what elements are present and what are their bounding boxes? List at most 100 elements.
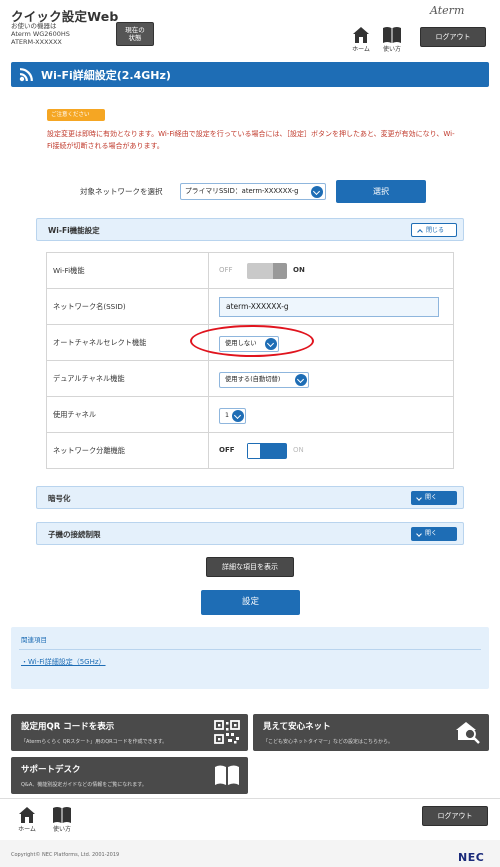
footer-home-link[interactable]: ホーム — [14, 806, 40, 833]
open-label: 開く — [425, 494, 438, 501]
chevron-down-icon — [232, 410, 244, 422]
channel-label: 使用チャネル — [46, 396, 209, 433]
related-title: 関連項目 — [21, 636, 47, 644]
footer-divider — [0, 798, 500, 799]
support-desk-tile[interactable]: サポートデスク Q&A、機能別設定ガイドなどの情報をご覧になれます。 — [11, 757, 248, 794]
section-title: Wi-Fi機能設定 — [48, 226, 100, 235]
tile-desc: 「こども安心ネットタイマー」などの設定はこちらから。 — [263, 739, 394, 745]
show-advanced-button[interactable]: 詳細な項目を表示 — [206, 557, 294, 577]
channel-value: 1 — [225, 412, 230, 419]
related-link-label: Wi-Fi詳細設定（5GHz） — [28, 658, 106, 666]
chevron-down-icon — [416, 495, 422, 501]
open-section-button[interactable]: 開く — [411, 527, 457, 541]
logout-button[interactable]: ログアウト — [420, 27, 486, 47]
safety-net-tile[interactable]: 見えて安心ネット 「こども安心ネットタイマー」などの設定はこちらから。 — [253, 714, 489, 751]
highlight-circle — [190, 325, 314, 357]
submit-button[interactable]: 設定 — [201, 590, 300, 615]
model-name: Aterm WG2600HS — [11, 30, 70, 38]
page-title-bar: Wi-Fi詳細設定(2.4GHz) — [11, 62, 489, 87]
auto-channel-label: オートチャネルセレクト機能 — [46, 324, 209, 361]
home-label: ホーム — [352, 46, 370, 53]
notice-text: 設定変更は即時に有効となります。Wi-Fi経由で設定を行っている場合には、［設定… — [47, 130, 455, 150]
home-search-icon — [456, 722, 480, 744]
wifi-function-label: Wi-Fi機能 — [46, 252, 209, 289]
home-label: ホーム — [18, 826, 36, 833]
device-id: ATERM-XXXXXX — [11, 38, 62, 46]
qr-code-icon — [214, 720, 240, 744]
select-button[interactable]: 選択 — [336, 180, 426, 203]
table-row: 使用チャネル 1 — [46, 396, 454, 433]
close-label: 閉じる — [426, 227, 445, 234]
notice-badge: ご注意ください — [47, 109, 105, 121]
divider — [19, 649, 481, 650]
state-button-line2: 状態 — [128, 34, 142, 42]
notice-box: ご注意ください 設定変更は即時に有効となります。Wi-Fi経由で設定を行っている… — [36, 100, 464, 166]
home-icon — [353, 27, 369, 43]
table-row: デュアルチャネル機能 使用する(自動切替) — [46, 360, 454, 397]
chevron-down-icon — [416, 531, 422, 537]
target-network-label: 対象ネットワークを選択 — [80, 187, 163, 196]
tile-desc: Q&A、機能別設定ガイドなどの情報をご覧になれます。 — [21, 782, 147, 788]
home-link[interactable]: ホーム — [348, 26, 374, 53]
current-state-button[interactable]: 現在の 状態 — [116, 22, 154, 46]
model-info: お使いの機器は Aterm WG2600HS ATERM-XXXXXX — [11, 22, 70, 46]
dual-channel-select[interactable]: 使用する(自動切替) — [219, 372, 309, 388]
table-row: ネットワーク分離機能 OFF ON — [46, 432, 454, 469]
book-icon — [215, 765, 239, 785]
wifi-function-section-header: Wi-Fi機能設定 閉じる — [36, 218, 464, 241]
switch-knob — [273, 263, 287, 279]
help-label: 使い方 — [382, 46, 401, 53]
switch-knob — [247, 443, 261, 459]
switch-track — [247, 263, 287, 279]
network-separation-switch[interactable]: OFF ON — [219, 443, 307, 459]
dual-channel-label: デュアルチャネル機能 — [46, 360, 209, 397]
connection-limit-section-header[interactable]: 子機の接続制限 開く — [36, 522, 464, 545]
section-title: 暗号化 — [48, 494, 71, 503]
channel-select[interactable]: 1 — [219, 408, 246, 424]
page-title: Wi-Fi詳細設定(2.4GHz) — [41, 69, 171, 82]
encryption-section-header[interactable]: 暗号化 開く — [36, 486, 464, 509]
help-label: 使い方 — [52, 826, 71, 833]
wifi-icon — [19, 68, 33, 82]
switch-track — [247, 443, 287, 459]
switch-on-label: ON — [293, 266, 305, 274]
qr-code-tile[interactable]: 設定用QR コードを表示 「Atermらくらく QRスタート」用のQRコードを作… — [11, 714, 248, 751]
switch-off-label: OFF — [219, 446, 235, 454]
section-title: 子機の接続制限 — [48, 530, 101, 539]
wifi-settings-table: Wi-Fi機能 OFF ON ネットワーク名(SSID) aterm-XXXXX… — [46, 252, 454, 469]
help-link[interactable]: 使い方 — [379, 26, 405, 53]
book-icon — [53, 807, 71, 823]
chevron-up-icon — [417, 229, 423, 235]
wifi-function-switch[interactable]: OFF ON — [219, 263, 307, 279]
nec-logo: NEC — [458, 851, 485, 864]
table-row: Wi-Fi機能 OFF ON — [46, 252, 454, 289]
aterm-logo: Aterm — [430, 4, 465, 17]
related-items: 関連項目 ・Wi-Fi詳細設定（5GHz） — [11, 627, 489, 689]
footer-logout-button[interactable]: ログアウト — [422, 806, 488, 826]
book-icon — [383, 27, 401, 43]
network-separation-label: ネットワーク分離機能 — [46, 432, 209, 469]
table-row: ネットワーク名(SSID) aterm-XXXXXX-g — [46, 288, 454, 325]
chevron-down-icon — [295, 374, 307, 386]
switch-on-label: ON — [293, 446, 304, 454]
target-network-value: プライマリSSID：aterm-XXXXXX-g — [185, 187, 299, 195]
header: クイック設定Web お使いの機器は Aterm WG2600HS ATERM-X… — [0, 0, 500, 53]
open-label: 開く — [425, 530, 438, 537]
state-button-line1: 現在の — [125, 26, 145, 34]
open-section-button[interactable]: 開く — [411, 491, 457, 505]
model-label: お使いの機器は — [11, 22, 57, 30]
tile-desc: 「Atermらくらく QRスタート」用のQRコードを作成できます。 — [21, 739, 168, 745]
switch-off-label: OFF — [219, 266, 233, 274]
target-network-select[interactable]: プライマリSSID：aterm-XXXXXX-g — [180, 183, 326, 200]
close-section-button[interactable]: 閉じる — [411, 223, 457, 237]
tile-title: 見えて安心ネット — [263, 722, 331, 732]
home-icon — [19, 807, 35, 823]
ssid-input[interactable]: aterm-XXXXXX-g — [219, 297, 439, 317]
footer-help-link[interactable]: 使い方 — [49, 806, 75, 833]
tile-title: サポートデスク — [21, 765, 81, 775]
chevron-down-icon — [311, 185, 323, 198]
dual-channel-value: 使用する(自動切替) — [225, 376, 281, 383]
ssid-label: ネットワーク名(SSID) — [46, 288, 209, 325]
related-link-5ghz[interactable]: ・Wi-Fi詳細設定（5GHz） — [21, 657, 106, 667]
copyright: Copyright© NEC Platforms, Ltd. 2001-2019 — [11, 852, 120, 858]
